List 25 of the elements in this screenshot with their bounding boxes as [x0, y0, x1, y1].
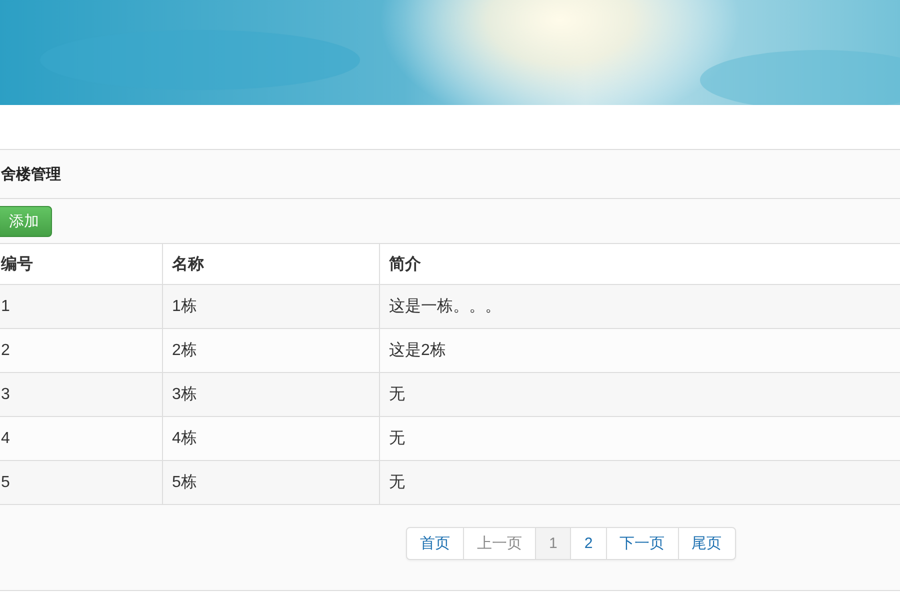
table-cell: 2: [1, 342, 10, 358]
table-cell: 无: [389, 386, 405, 403]
page-link[interactable]: 1: [535, 528, 570, 559]
table-cell: 4栋: [172, 430, 197, 447]
add-button[interactable]: 添加: [0, 206, 52, 236]
table-cell: 这是一栋。。。: [389, 298, 501, 315]
column-header: 编号: [1, 256, 33, 272]
table-cell: 5: [1, 474, 10, 490]
table-cell: 1: [1, 298, 10, 314]
page-link[interactable]: 下一页: [606, 528, 678, 559]
table-cell: 3栋: [172, 386, 197, 403]
table-cell: 5栋: [172, 474, 197, 491]
column-header: 简介: [389, 256, 421, 272]
page-link[interactable]: 尾页: [678, 528, 735, 559]
table-cell: 无: [389, 430, 405, 447]
page-link[interactable]: 2: [570, 528, 606, 559]
page-link[interactable]: 首页: [407, 528, 463, 559]
table-cell: 1栋: [172, 298, 197, 315]
table-cell: 3: [1, 386, 10, 402]
table-cell: 2栋: [172, 342, 197, 359]
table-cell: 这是2栋: [389, 342, 446, 359]
panel-title: 舍楼管理: [1, 164, 61, 184]
column-header: 名称: [172, 256, 204, 272]
table-cell: 4: [1, 430, 10, 446]
table-cell: 无: [389, 474, 405, 491]
